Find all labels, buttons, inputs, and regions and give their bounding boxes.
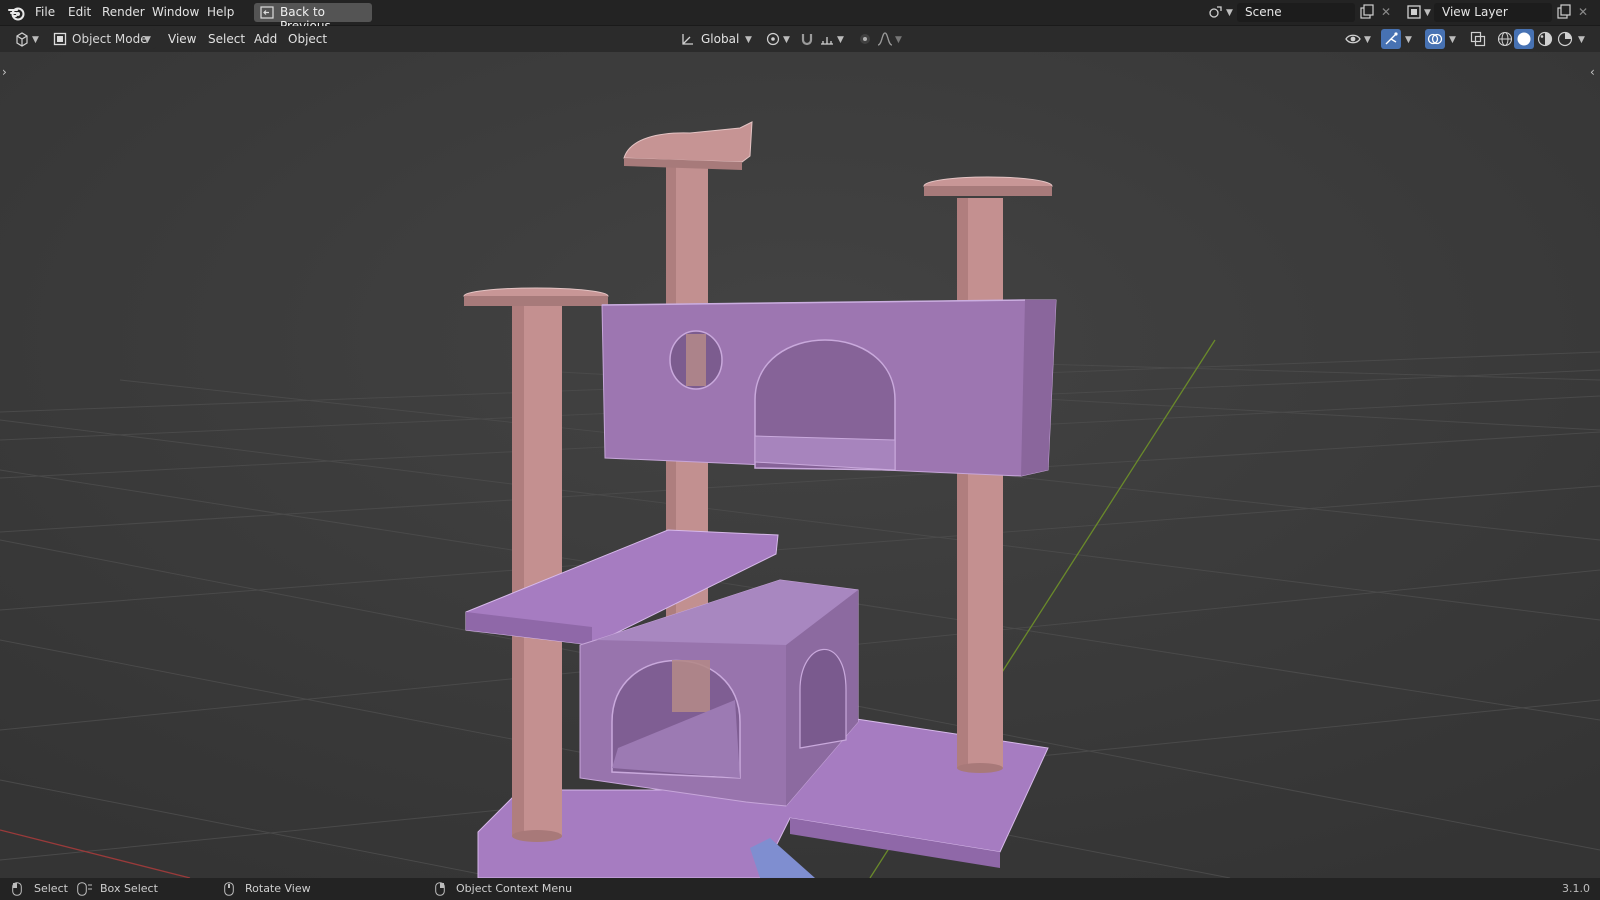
- right-round-platform[interactable]: [923, 176, 1053, 196]
- back-arrow-icon: [260, 6, 274, 19]
- pivot-point-icon[interactable]: [765, 31, 781, 47]
- overlay-icon: [1427, 33, 1443, 45]
- menu-help[interactable]: Help: [207, 5, 234, 19]
- status-context-menu: Object Context Menu: [456, 882, 573, 895]
- post-right[interactable]: [957, 198, 1003, 773]
- back-to-previous-button[interactable]: Back to Previous: [254, 3, 372, 33]
- viewport-header: ▼ Object Mode ▼ View Select Add Object G…: [0, 26, 1600, 52]
- chevron-down-icon[interactable]: ▼: [745, 35, 752, 45]
- snap-target-icon[interactable]: [819, 31, 835, 47]
- mode-selector[interactable]: Object Mode ▼: [48, 29, 156, 49]
- version-label: 3.1.0: [1562, 882, 1590, 895]
- transform-orientation-icon[interactable]: [680, 31, 696, 47]
- top-bar: File Edit Render Window Help Back to Pre…: [0, 0, 1600, 33]
- eye-icon[interactable]: [1345, 31, 1361, 47]
- mouse-middle-icon: [224, 882, 234, 896]
- falloff-curve-icon[interactable]: [877, 31, 893, 47]
- solid-shading-icon: [1517, 32, 1531, 46]
- delete-view-layer-icon[interactable]: ✕: [1578, 5, 1588, 19]
- status-bar: Select Box Select Rotate View Object Con…: [0, 878, 1600, 900]
- chevron-down-icon[interactable]: ▼: [1364, 35, 1371, 45]
- mouse-left-icon: [12, 882, 22, 896]
- sidebar-toggle-icon[interactable]: ‹: [1590, 65, 1595, 79]
- viewport-canvas[interactable]: › ‹: [0, 52, 1600, 878]
- toolbar-toggle-icon[interactable]: ›: [2, 65, 7, 79]
- gizmo-icon: [1385, 32, 1398, 45]
- upper-box[interactable]: [601, 299, 1057, 477]
- status-select: Select: [34, 882, 68, 895]
- menu-edit[interactable]: Edit: [68, 5, 91, 19]
- material-shading-icon[interactable]: [1537, 31, 1553, 47]
- wireframe-shading-icon[interactable]: [1497, 31, 1513, 47]
- scene-name: Scene: [1245, 5, 1282, 19]
- new-scene-icon[interactable]: [1359, 4, 1375, 20]
- header-menu-add[interactable]: Add: [254, 32, 277, 46]
- transform-orientation-label[interactable]: Global: [701, 32, 739, 46]
- object-mode-icon: [53, 32, 67, 46]
- header-menu-select[interactable]: Select: [208, 32, 245, 46]
- chevron-down-icon[interactable]: ▼: [32, 35, 39, 45]
- overlay-toggle[interactable]: [1425, 29, 1445, 49]
- xray-icon[interactable]: [1470, 31, 1486, 47]
- blender-logo-icon[interactable]: [8, 4, 26, 22]
- chevron-down-icon[interactable]: ▼: [1226, 8, 1233, 18]
- header-menu-view[interactable]: View: [168, 32, 196, 46]
- menu-render[interactable]: Render: [102, 5, 145, 19]
- view-layer-name: View Layer: [1442, 5, 1508, 19]
- new-view-layer-icon[interactable]: [1556, 4, 1572, 20]
- chevron-down-icon[interactable]: ▼: [1578, 35, 1585, 45]
- chevron-down-icon[interactable]: ▼: [895, 35, 902, 45]
- chevron-down-icon[interactable]: ▼: [837, 35, 844, 45]
- chevron-down-icon: ▼: [144, 35, 151, 45]
- post-left[interactable]: [512, 300, 562, 842]
- delete-scene-icon[interactable]: ✕: [1381, 5, 1391, 19]
- chevron-down-icon[interactable]: ▼: [1449, 35, 1456, 45]
- mode-label: Object Mode: [72, 32, 148, 46]
- left-round-platform[interactable]: [463, 287, 609, 306]
- status-rotate-view: Rotate View: [245, 882, 311, 895]
- gizmo-toggle[interactable]: [1381, 29, 1401, 49]
- status-box-select: Box Select: [100, 882, 158, 895]
- chevron-down-icon[interactable]: ▼: [1405, 35, 1412, 45]
- view-layer-field[interactable]: View Layer: [1434, 3, 1552, 22]
- menu-file[interactable]: File: [35, 5, 55, 19]
- header-menu-object[interactable]: Object: [288, 32, 327, 46]
- menu-window[interactable]: Window: [152, 5, 199, 19]
- mouse-drag-icon: [77, 882, 92, 896]
- chevron-down-icon[interactable]: ▼: [783, 35, 790, 45]
- view-layer-icon[interactable]: [1406, 4, 1422, 20]
- snap-magnet-icon[interactable]: [799, 31, 815, 47]
- proportional-edit-icon[interactable]: [857, 31, 873, 47]
- lower-side-arch: [799, 648, 847, 749]
- chevron-down-icon[interactable]: ▼: [1424, 8, 1431, 18]
- solid-shading-button[interactable]: [1514, 29, 1534, 49]
- 3d-viewport[interactable]: › ‹: [0, 52, 1600, 878]
- 3d-viewport-icon[interactable]: [14, 31, 30, 47]
- scene-icon[interactable]: [1208, 4, 1224, 20]
- mouse-right-icon: [435, 882, 445, 896]
- scene-name-field[interactable]: Scene: [1237, 3, 1355, 22]
- rendered-shading-icon[interactable]: [1557, 31, 1573, 47]
